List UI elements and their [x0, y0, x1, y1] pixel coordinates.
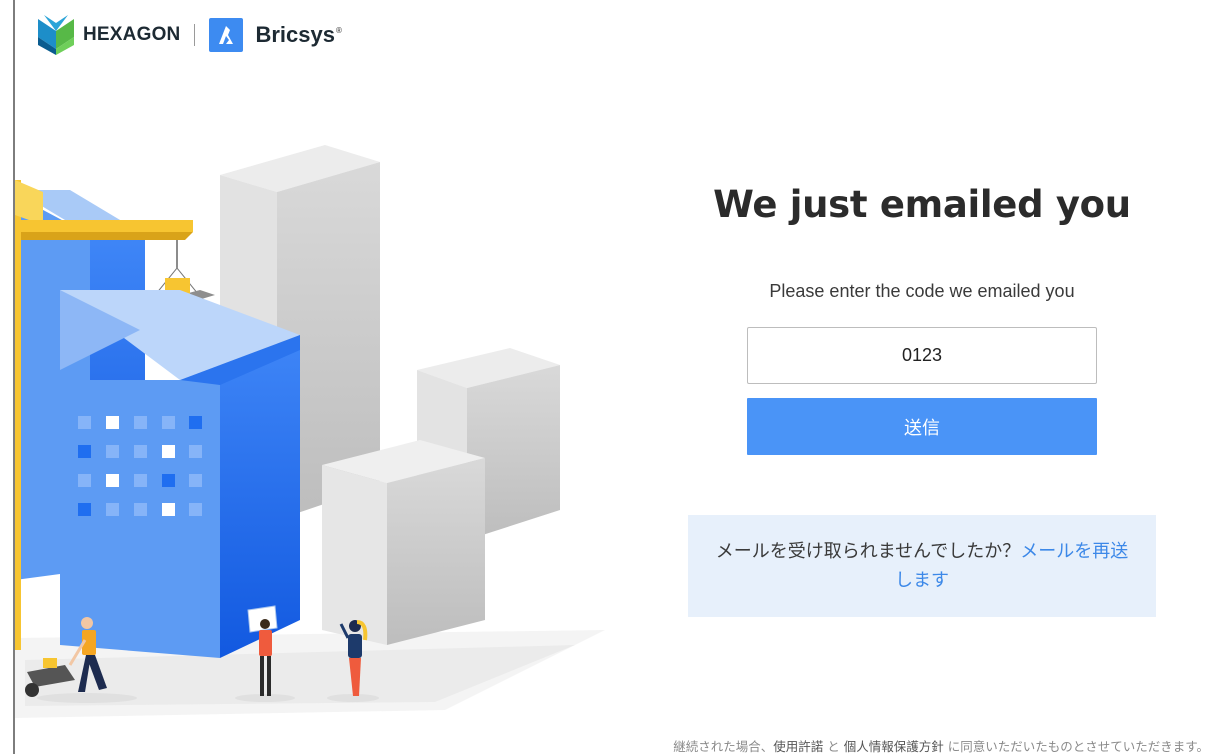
hexagon-logo-icon [38, 15, 74, 55]
bricsys-brand-name: Bricsys® [255, 22, 341, 48]
footer-text-prefix: 継続された場合、 [673, 739, 774, 754]
bricsys-logo-icon [209, 18, 244, 52]
construction-illustration [15, 145, 605, 718]
submit-button[interactable]: 送信 [747, 398, 1097, 455]
privacy-link[interactable]: 個人情報保護方針 [844, 739, 944, 754]
logo-divider [194, 24, 196, 46]
registered-mark: ® [335, 26, 342, 35]
footer-and: と [823, 739, 844, 754]
resend-panel: メールを受け取られませんでしたか？メールを再送します [688, 515, 1156, 617]
hexagon-brand-name: HEXAGON [83, 24, 181, 45]
page-title: We just emailed you [713, 183, 1131, 226]
bricsys-brand-text: Bricsys [255, 22, 335, 47]
brand-logo: HEXAGON Bricsys® [38, 15, 342, 55]
footer-text-suffix: に同意いただいたものとさせていただきます。 [943, 739, 1209, 754]
resend-prompt: メールを受け取られませんでしたか？ [715, 541, 1021, 562]
instruction-text: Please enter the code we emailed you [769, 281, 1075, 301]
terms-link[interactable]: 使用許諾 [773, 739, 823, 754]
footer-disclaimer: 継続された場合、使用許諾 と 個人情報保護方針 に同意いただいたものとさせていた… [673, 736, 1209, 755]
verification-code-input[interactable] [747, 327, 1097, 384]
